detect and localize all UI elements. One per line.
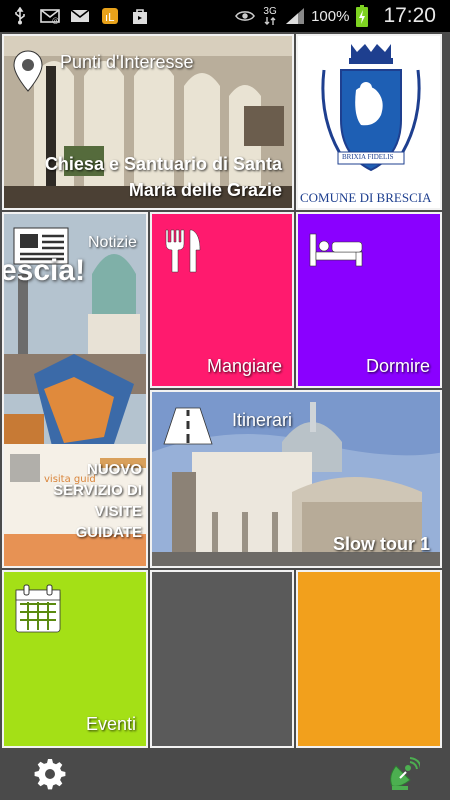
notification-icons: @ ıL — [0, 7, 235, 25]
comune-motto: BRIXIA FIDELIS — [342, 153, 394, 161]
news-caption: NUOVO SERVIZIO DI VISITE GUIDATE — [53, 461, 142, 541]
tile-empty-orange[interactable] — [296, 570, 442, 748]
itineraries-title: Itinerari — [232, 410, 293, 430]
svg-text:ıL: ıL — [105, 11, 115, 24]
events-label: Eventi — [85, 714, 136, 734]
battery-charging-icon — [355, 5, 369, 27]
satellite-location-icon[interactable] — [386, 756, 422, 796]
comune-label: COMUNE DI BRESCIA — [300, 190, 432, 205]
calendar-icon — [14, 584, 62, 638]
points-of-interest-caption-line1: Chiesa e Santuario di Santa — [44, 154, 282, 174]
bed-icon — [308, 232, 364, 272]
news-title: Notizie — [88, 234, 137, 251]
network-3g-icon: 3G — [261, 7, 279, 25]
fork-knife-icon — [162, 228, 202, 278]
eat-label: Mangiare — [206, 356, 282, 376]
tile-empty-gray[interactable] — [150, 570, 294, 748]
tile-eat[interactable]: Mangiare — [150, 212, 294, 388]
shopping-bag-icon — [130, 7, 150, 25]
points-of-interest-title: Punti d'Interesse — [60, 52, 194, 72]
eye-icon — [235, 7, 256, 25]
news-banner-text: escia! — [2, 254, 86, 287]
tile-sleep[interactable]: Dormire — [296, 212, 442, 388]
tile-itineraries[interactable]: Itinerari Slow tour 1 — [150, 390, 442, 568]
clock: 17:20 — [383, 4, 436, 27]
usb-icon — [10, 7, 30, 25]
points-of-interest-caption-line2: Maria delle Grazie — [128, 180, 282, 200]
map-pin-icon — [12, 50, 44, 96]
app-notification-icon: ıL — [100, 7, 120, 25]
gmail-icon — [70, 7, 90, 25]
system-icons: 3G 100% 17:20 — [235, 4, 450, 28]
gear-icon[interactable] — [34, 758, 66, 794]
network-type: 3G — [263, 6, 277, 17]
road-icon — [162, 406, 214, 450]
tile-points-of-interest[interactable]: Punti d'Interesse Chiesa e Santuario di … — [2, 34, 294, 210]
tile-events[interactable]: Eventi — [2, 570, 148, 748]
battery-percent: 100% — [311, 7, 350, 25]
status-bar: @ ıL 3G 100% 17:20 — [0, 0, 450, 32]
svg-text:@: @ — [52, 17, 59, 24]
sleep-label: Dormire — [365, 356, 430, 376]
tile-grid: Punti d'Interesse Chiesa e Santuario di … — [0, 32, 450, 750]
email-icon: @ — [40, 7, 60, 25]
tile-comune-brescia[interactable]: BRIXIA FIDELIS COMUNE DI BRESCIA — [296, 34, 442, 210]
tile-news[interactable]: visita guid Notizie escia! NUOVO SERVIZI… — [2, 212, 148, 568]
signal-strength-icon — [285, 7, 305, 25]
bottom-bar — [0, 750, 450, 800]
itineraries-caption: Slow tour 1 — [332, 534, 430, 554]
brescia-coat-of-arms-logo — [316, 40, 426, 190]
